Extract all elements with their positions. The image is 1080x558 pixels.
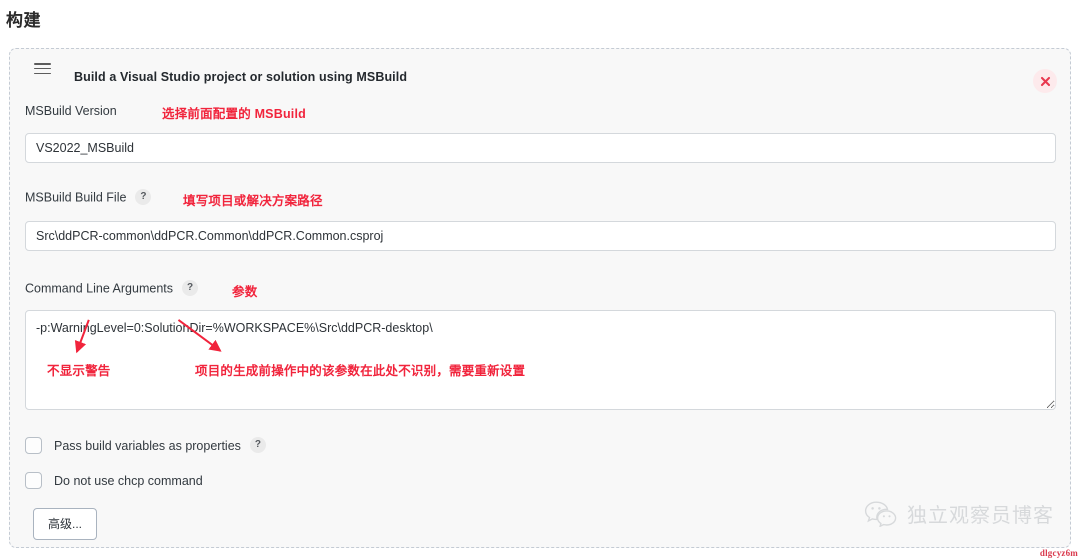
close-icon bbox=[1040, 76, 1050, 86]
checkbox-row-pass-build-variables[interactable]: Pass build variables as properties ? bbox=[25, 436, 266, 454]
msbuild-version-select[interactable]: VS2022_MSBuild bbox=[25, 133, 1056, 163]
checkbox-no-chcp[interactable] bbox=[25, 472, 42, 489]
checkbox-row-no-chcp[interactable]: Do not use chcp command bbox=[25, 472, 203, 489]
annotation-command-line-arguments: 参数 bbox=[232, 285, 258, 299]
help-icon-build-file[interactable]: ? bbox=[135, 189, 152, 205]
watermark-tag: dlgcyz6m bbox=[1039, 548, 1078, 558]
command-line-arguments-textarea[interactable] bbox=[25, 310, 1056, 410]
build-file-input[interactable] bbox=[25, 221, 1056, 251]
label-command-line-arguments-text: Command Line Arguments bbox=[25, 281, 173, 296]
advanced-button[interactable]: 高级... bbox=[33, 508, 98, 540]
annotation-no-warnings: 不显示警告 bbox=[47, 364, 111, 378]
checkbox-pass-build-variables[interactable] bbox=[25, 437, 42, 454]
hamburger-icon[interactable] bbox=[34, 63, 51, 75]
help-icon-command-line-arguments[interactable]: ? bbox=[182, 280, 198, 296]
checkbox-label-pass-build-variables: Pass build variables as properties bbox=[54, 438, 241, 453]
page-title: 构建 bbox=[6, 11, 41, 30]
annotation-build-file: 填写项目或解决方案路径 bbox=[183, 194, 323, 208]
watermark-text: 独立观察员博客 bbox=[907, 505, 1054, 527]
wechat-icon bbox=[864, 501, 897, 527]
close-button[interactable] bbox=[1033, 69, 1057, 93]
screenshot-root: 构建 Build a Visual Studio project or solu… bbox=[0, 0, 1080, 558]
panel-header-title: Build a Visual Studio project or solutio… bbox=[74, 70, 408, 84]
panel-header: Build a Visual Studio project or solutio… bbox=[10, 49, 1070, 93]
label-build-file-text: MSBuild Build File bbox=[25, 190, 127, 205]
label-msbuild-version: MSBuild Version bbox=[25, 104, 117, 118]
watermark: 独立观察员博客 bbox=[864, 499, 1054, 528]
annotation-prebuild-param: 项目的生成前操作中的该参数在此处不识别，需要重新设置 bbox=[195, 364, 526, 378]
checkbox-label-no-chcp: Do not use chcp command bbox=[54, 473, 203, 488]
label-command-line-arguments: Command Line Arguments? bbox=[25, 280, 198, 297]
annotation-msbuild-version: 选择前面配置的 MSBuild bbox=[162, 107, 306, 121]
help-icon-pass-build-variables[interactable]: ? bbox=[249, 436, 266, 453]
label-build-file: MSBuild Build File? bbox=[25, 189, 152, 206]
build-step-panel: Build a Visual Studio project or solutio… bbox=[9, 48, 1071, 548]
